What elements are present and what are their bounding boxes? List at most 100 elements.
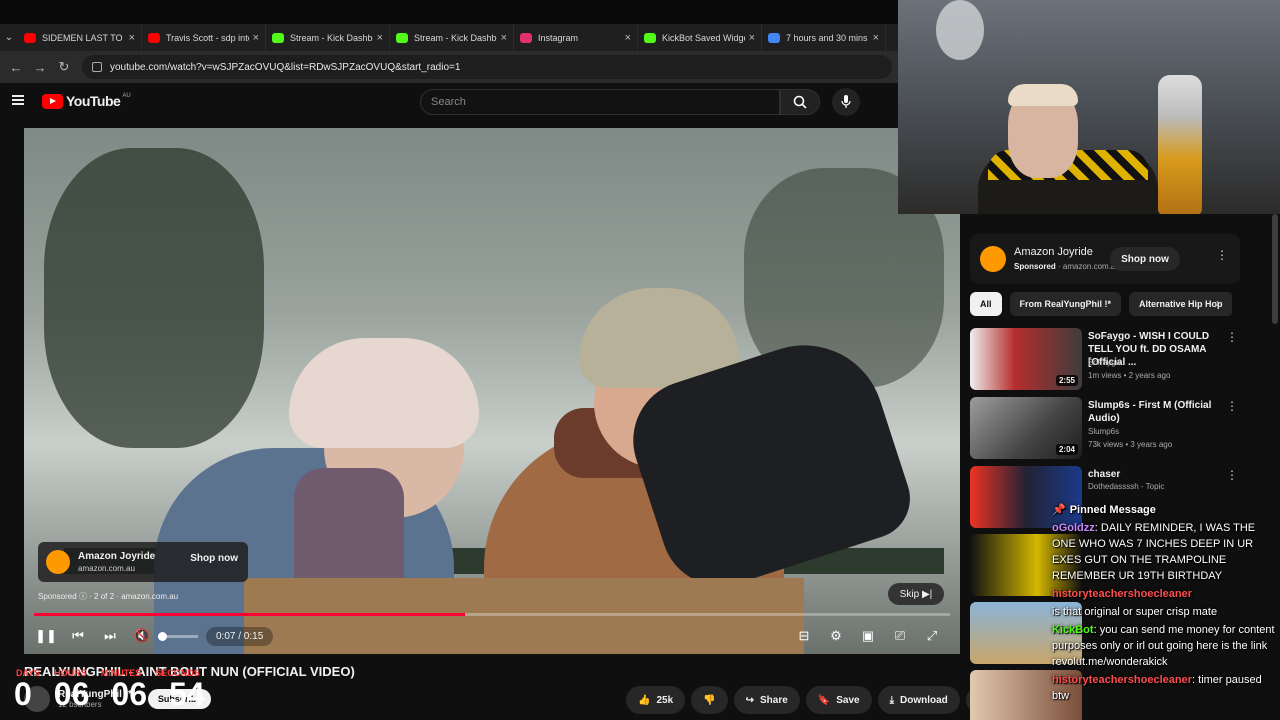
tab-title: KickBot Saved Widge (662, 32, 745, 43)
download-button[interactable]: ⤓ Download (877, 686, 960, 714)
mute-icon[interactable]: 🔇 (126, 620, 158, 652)
subtitles-icon[interactable]: ⊟ (788, 620, 820, 652)
shop-now-button[interactable]: Shop now (1110, 247, 1180, 271)
close-tab-icon[interactable]: × (129, 32, 135, 44)
search-input[interactable]: Search (420, 89, 780, 115)
sidebar-ad-card[interactable]: Amazon Joyride Sponsored · amazon.com.au… (970, 234, 1240, 284)
player-controls: ❚❚ ⏮ ⏭ 🔇 0:07 / 0:15 ⊟ ⚙ ▣ ⎚ ⤢ (24, 618, 960, 654)
sidebar-scrollbar[interactable] (1272, 214, 1278, 324)
back-arrow-icon[interactable]: ← (4, 55, 28, 79)
like-button[interactable]: 👍 25k (626, 686, 686, 714)
ad-meta: Sponsored ⓘ · 2 of 2 · amazon.com.au (38, 591, 178, 602)
voice-search-button[interactable] (832, 88, 860, 116)
chat-message: historyteachershoecleaner: timer paused … (1052, 674, 1262, 702)
browser-tab[interactable]: KickBot Saved Widge × (638, 24, 762, 51)
chevron-right-icon[interactable]: › (1216, 296, 1220, 310)
webcam-scenery (1008, 84, 1078, 106)
browser-tab[interactable]: 7 hours and 30 mins × (762, 24, 886, 51)
close-tab-icon[interactable]: × (749, 32, 755, 44)
video-title[interactable]: chaser (1088, 468, 1218, 481)
thumbs-down-icon: 👎 (703, 694, 716, 706)
close-tab-icon[interactable]: × (625, 32, 631, 44)
miniplayer-icon[interactable]: ▣ (852, 620, 884, 652)
youtube-logo[interactable]: YouTube AU (42, 93, 131, 109)
pause-icon[interactable]: ❚❚ (30, 620, 62, 652)
chat-username: historyteachershoecleaner (1052, 588, 1193, 600)
country-code: AU (122, 93, 131, 99)
close-tab-icon[interactable]: × (253, 32, 259, 44)
search-icon (793, 95, 807, 109)
save-button[interactable]: 🔖 Save (805, 686, 872, 714)
share-button[interactable]: ↪ Share (733, 686, 800, 714)
ad-overlay-card[interactable]: Amazon Joyride amazon.com.au Shop now (38, 542, 248, 582)
more-vertical-icon[interactable]: ⋮ (1216, 248, 1228, 262)
dislike-button[interactable]: 👎 (691, 686, 728, 714)
chat-username: oGoldzz (1052, 522, 1095, 534)
video-duration: 2:55 (1055, 375, 1078, 386)
timer-days: 0 (14, 676, 32, 712)
reload-icon[interactable]: ↻ (52, 55, 76, 79)
thumbs-up-icon: 👍 (638, 694, 651, 706)
tab-favicon (768, 32, 780, 43)
next-icon[interactable]: ⏭ (94, 620, 126, 652)
previous-icon[interactable]: ⏮ (62, 620, 94, 652)
fullscreen-icon[interactable]: ⤢ (916, 620, 948, 652)
browser-tab[interactable]: Stream - Kick Dashbo × (390, 24, 514, 51)
info-icon[interactable]: ⓘ · (79, 592, 94, 601)
video-thumbnail[interactable]: 2:55 (970, 328, 1082, 390)
channel-name[interactable]: SoFaygo (1088, 358, 1120, 367)
list-item[interactable]: 2:55 SoFaygo - WISH I COULD TELL YOU ft.… (970, 328, 1240, 390)
more-vertical-icon[interactable]: ⋮ (1226, 399, 1238, 413)
close-tab-icon[interactable]: × (377, 32, 383, 44)
tab-favicon (520, 32, 532, 43)
bookmark-icon: 🔖 (817, 694, 831, 706)
video-title[interactable]: Slump6s - First M (Official Audio) (1088, 399, 1218, 425)
forward-arrow-icon[interactable]: → (28, 55, 52, 79)
chip-all[interactable]: All (970, 292, 1002, 316)
close-tab-icon[interactable]: × (501, 32, 507, 44)
channel-name[interactable]: Slump6s (1088, 427, 1119, 436)
pinned-message-header: 📌 Pinned Message (1052, 502, 1280, 518)
browser-top-strip (0, 0, 900, 24)
search-button[interactable] (780, 89, 820, 115)
more-vertical-icon[interactable]: ⋮ (1226, 330, 1238, 344)
list-item[interactable]: 2:04 Slump6s - First M (Official Audio) … (970, 397, 1240, 459)
cast-icon[interactable]: ⎚ (884, 620, 916, 652)
volume-knob[interactable] (158, 631, 167, 641)
browser-tab[interactable]: Travis Scott - sdp inte × (142, 24, 266, 51)
url-field[interactable]: youtube.com/watch?v=wSJPZacOVUQ&list=RDw… (82, 55, 892, 79)
video-player[interactable]: Amazon Joyride amazon.com.au Shop now Sp… (24, 128, 960, 654)
settings-gear-icon[interactable]: ⚙ (820, 620, 852, 652)
volume-slider[interactable] (158, 631, 198, 641)
video-duration: 2:04 (1055, 444, 1078, 455)
chat-message: historyteachershoecleaner (1052, 586, 1280, 602)
menu-icon[interactable] (12, 95, 24, 105)
browser-tab[interactable]: Instagram × (514, 24, 638, 51)
tab-favicon (148, 32, 160, 43)
progress-bar[interactable] (34, 613, 950, 616)
skip-next-icon: ▶| (921, 588, 933, 600)
time-display: 0:07 / 0:15 (206, 626, 274, 646)
like-count: 25k (656, 694, 674, 706)
skip-ad-button[interactable]: Skip ▶| (888, 583, 944, 605)
more-vertical-icon[interactable]: ⋮ (1226, 468, 1238, 482)
site-info-icon[interactable] (92, 62, 102, 72)
chip-from-channel[interactable]: From RealYungPhil !* (1009, 292, 1122, 316)
tab-title: Stream - Kick Dashbo (414, 32, 497, 43)
tab-list-chevron-icon[interactable]: ⌄ (0, 24, 18, 51)
save-label: Save (836, 694, 860, 706)
timer-minutes: 06 (111, 676, 147, 712)
video-meta: 73k views • 3 years ago (1088, 440, 1173, 449)
video-thumbnail[interactable]: 2:04 (970, 397, 1082, 459)
browser-tab[interactable]: Stream - Kick Dashbo × (266, 24, 390, 51)
skip-label: Skip (899, 588, 920, 600)
sponsored-label: Sponsored (38, 592, 77, 601)
close-tab-icon[interactable]: × (873, 32, 879, 44)
tab-title: Instagram (538, 32, 579, 43)
youtube-header: YouTube AU Search (0, 83, 900, 119)
browser-tab[interactable]: SIDEMEN LAST TO LE × (18, 24, 142, 51)
shop-now-button[interactable]: Shop now (190, 553, 238, 564)
channel-name[interactable]: Dothedassssh - Topic (1088, 482, 1164, 491)
chat-text: is that original or super crisp mate (1052, 606, 1218, 618)
ad-domain-link[interactable]: amazon.com.au (121, 592, 178, 601)
